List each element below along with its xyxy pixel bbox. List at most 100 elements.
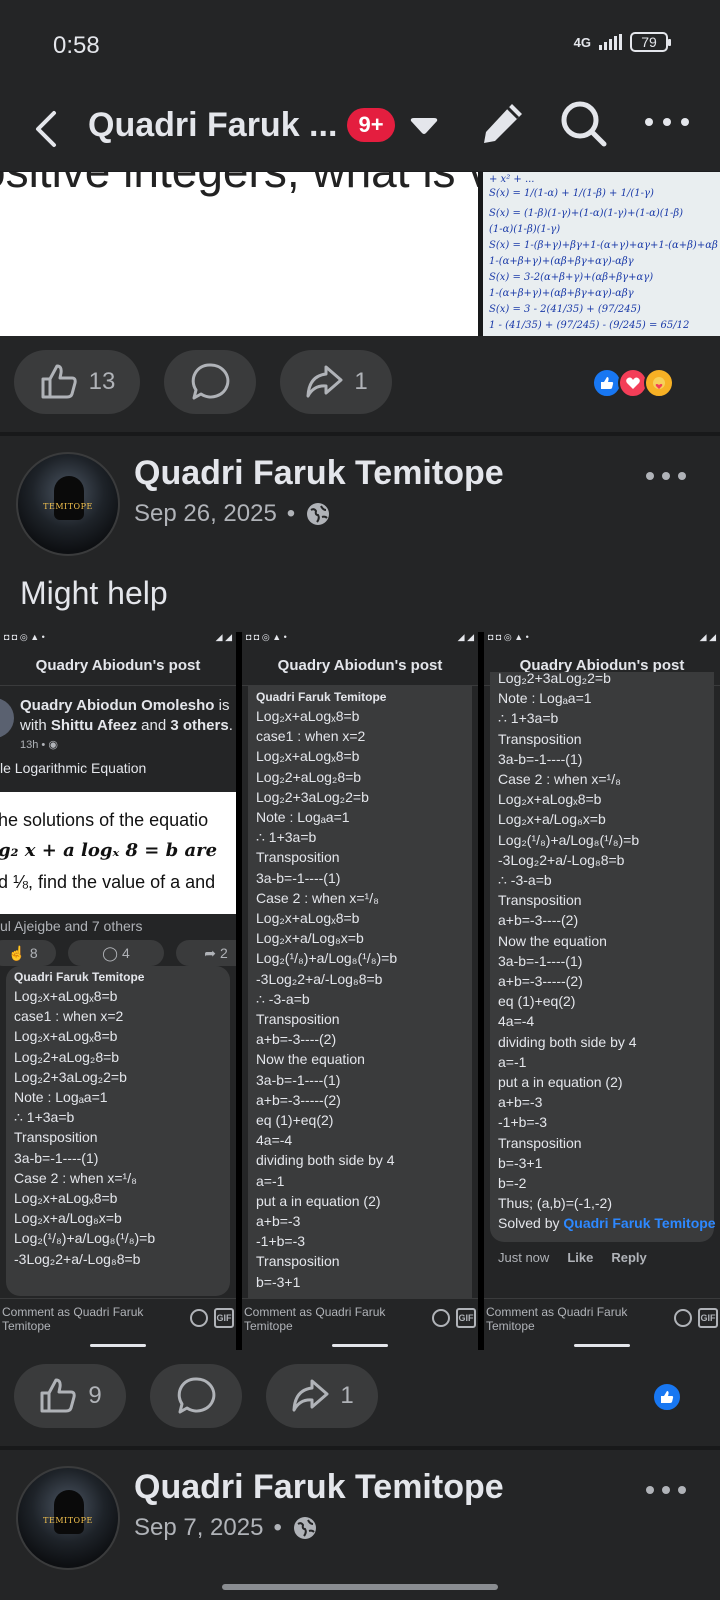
avatar[interactable]: TEMITOPE xyxy=(16,1466,120,1570)
comment-line: dividing both side by 4 xyxy=(498,1033,637,1050)
comment-line: -1+b=-3 xyxy=(256,1233,306,1250)
search-icon xyxy=(561,101,607,147)
comment-as-label: Comment as Quadri Faruk Temitope xyxy=(486,1305,628,1333)
comment-button[interactable] xyxy=(150,1364,242,1428)
author-name[interactable]: Quadri Faruk Temitope xyxy=(134,454,504,493)
post-header: TEMITOPE Quadri Faruk Temitope Sep 26, 2… xyxy=(0,442,720,560)
pencil-icon xyxy=(484,104,522,143)
avatar-silhouette xyxy=(54,476,84,520)
post-separator xyxy=(0,432,720,436)
notification-badge[interactable]: 9+ xyxy=(347,108,395,142)
share-icon xyxy=(292,1379,329,1412)
comment-line: -3Log₂2+a/-Log₈8=b xyxy=(256,970,383,987)
comment-line: 3a-b=-1----(1) xyxy=(498,952,583,969)
thumbs-up-icon xyxy=(41,364,77,399)
comment-line: Log₂x+aLogₓ8=b xyxy=(14,988,118,1004)
comment-time: Just now xyxy=(498,1250,550,1265)
shared-post-reactions: ul Ajeigbe and 7 others xyxy=(0,918,143,934)
author-name[interactable]: Quadri Faruk Temitope xyxy=(134,1468,504,1507)
care-reaction-icon xyxy=(644,368,674,398)
comment-line: case1 : when x=2 xyxy=(14,1008,124,1025)
previous-post-media[interactable]: ositive integers, what is va + x² + ... … xyxy=(0,172,720,336)
share-icon xyxy=(306,365,343,398)
back-button[interactable] xyxy=(26,104,66,154)
share-button[interactable]: 1 xyxy=(266,1364,378,1428)
shot-comment-bar: Comment as Quadri Faruk Temitope GIF xyxy=(0,1298,236,1350)
comment-like: Like xyxy=(567,1250,594,1265)
dropdown-button[interactable] xyxy=(406,112,442,142)
emoji-icon xyxy=(190,1309,208,1327)
shared-post-text: le Logarithmic Equation xyxy=(0,760,147,776)
comment-line: -1+b=-3 xyxy=(498,1114,548,1131)
post-options-button[interactable] xyxy=(646,1486,686,1498)
comment-line: a+b=-3 xyxy=(256,1213,301,1230)
like-button[interactable]: 13 xyxy=(14,350,140,414)
post-options-button[interactable] xyxy=(646,472,686,484)
comment-line: ∴ 1+3a=b xyxy=(498,710,559,727)
shared-comment: ◯ 4 xyxy=(68,940,164,966)
comment-line: 3a-b=-1----(1) xyxy=(14,1149,99,1166)
screenshot-3[interactable]: ◘ ◘ ◎ ▲ • ◢ ◢ Quadry Abiodun's post Log₂2… xyxy=(484,632,720,1350)
comment-line: Transposition xyxy=(256,1011,340,1028)
avatar-text: TEMITOPE xyxy=(43,1516,93,1525)
comment-line: Case 2 : when x=¹/₈ xyxy=(498,771,621,788)
search-button[interactable] xyxy=(558,98,610,150)
system-home-bar[interactable] xyxy=(222,1584,498,1590)
comment-line: dividing both side by 4 xyxy=(256,1152,395,1169)
comment-line: a+b=-3-----(2) xyxy=(256,1091,341,1108)
post-images[interactable]: ◘ ◘ ◎ ▲ • ◢ ◢ Quadry Abiodun's post Quadr… xyxy=(0,632,720,1350)
status-time: 0:58 xyxy=(53,32,100,59)
share-count: 1 xyxy=(340,1382,354,1409)
shared-like: ☝ 8 xyxy=(0,940,56,966)
screenshot-2[interactable]: ◘ ◘ ◎ ▲ • ◢ ◢ Quadry Abiodun's post Quadr… xyxy=(242,632,478,1350)
comment-line: Log₂x+aLogₓ8=b xyxy=(256,910,360,927)
share-icon: ➦ xyxy=(204,944,216,961)
more-options-button[interactable] xyxy=(645,110,689,134)
comment-line: Case 2 : when x=¹/₈ xyxy=(14,1169,137,1186)
avatar[interactable]: TEMITOPE xyxy=(16,452,120,556)
like-count: 9 xyxy=(88,1382,102,1409)
comment-line: ∴ -3-a=b xyxy=(498,872,552,889)
like-count: 13 xyxy=(88,368,116,395)
post-separator xyxy=(0,1446,720,1450)
comment-line: -3Log₂2+a/-Log₈8=b xyxy=(498,851,625,868)
post-date[interactable]: Sep 7, 2025 xyxy=(134,1514,263,1542)
comment-line: a+b=-3----(2) xyxy=(256,1031,337,1048)
question-image[interactable]: ositive integers, what is va xyxy=(0,172,478,336)
gif-icon: GIF xyxy=(214,1308,234,1328)
share-button[interactable]: 1 xyxy=(280,350,392,414)
reactions-summary[interactable] xyxy=(592,368,674,398)
comment-line: Log₂(¹/₈)+a/Log₈(¹/₈)=b xyxy=(256,950,398,967)
edit-button[interactable] xyxy=(478,98,528,148)
comment-as-label: Comment as Quadri Faruk Temitope xyxy=(244,1305,386,1333)
comment-icon xyxy=(177,1377,216,1414)
comment-line: -3Log₂2+a/-Log₈8=b xyxy=(14,1250,141,1267)
thumbs-up-icon: ☝ xyxy=(8,944,26,961)
shot-comment-bar: Comment as Quadri Faruk Temitope GIF xyxy=(242,1298,478,1350)
shared-post-image: he solutions of the equatio g₂ x + a log… xyxy=(0,792,236,914)
comment-line: Log₂x+a/Log₈x=b xyxy=(256,930,364,947)
like-button[interactable]: 9 xyxy=(14,1364,126,1428)
comment-line: Note : Logₐa=1 xyxy=(498,690,592,707)
comment-button[interactable] xyxy=(164,350,256,414)
globe-icon xyxy=(293,1517,316,1539)
reactions-summary[interactable] xyxy=(652,1382,682,1412)
comment-author: Quadri Faruk Temitope xyxy=(14,970,145,984)
comment-bubble: Quadri Faruk Temitope Log₂x+aLogₓ8=b case… xyxy=(248,686,472,1298)
post-date[interactable]: Sep 26, 2025 xyxy=(134,500,277,528)
shared-post-actions: ☝ 8 ◯ 4 ➦ 2 xyxy=(0,940,236,966)
comment-line: Note : Logₐa=1 xyxy=(256,809,350,826)
comment-line: Transposition xyxy=(498,730,582,747)
shot-comment-bar: Comment as Quadri Faruk Temitope GIF xyxy=(484,1298,720,1350)
comment-line: 3a-b=-1----(1) xyxy=(256,1071,341,1088)
date-separator: • xyxy=(286,500,296,527)
comment-line: ∴ -3-a=b xyxy=(256,990,310,1007)
handwritten-solution-image[interactable]: + x² + ... S(x) = 1/(1-α) + 1/(1-β) + 1/… xyxy=(483,172,720,336)
home-indicator xyxy=(574,1344,630,1347)
page-title: Quadri Faruk ... xyxy=(88,106,338,144)
comment-line: Log₂x+aLogₓ8=b xyxy=(498,791,602,808)
shared-post-time: 13h • ◉ xyxy=(20,739,58,751)
screenshot-1[interactable]: ◘ ◘ ◎ ▲ • ◢ ◢ Quadry Abiodun's post Quadr… xyxy=(0,632,236,1350)
post-header: TEMITOPE Quadri Faruk Temitope Sep 7, 20… xyxy=(0,1456,720,1574)
comment-line: case1 : when x=2 xyxy=(256,728,366,745)
